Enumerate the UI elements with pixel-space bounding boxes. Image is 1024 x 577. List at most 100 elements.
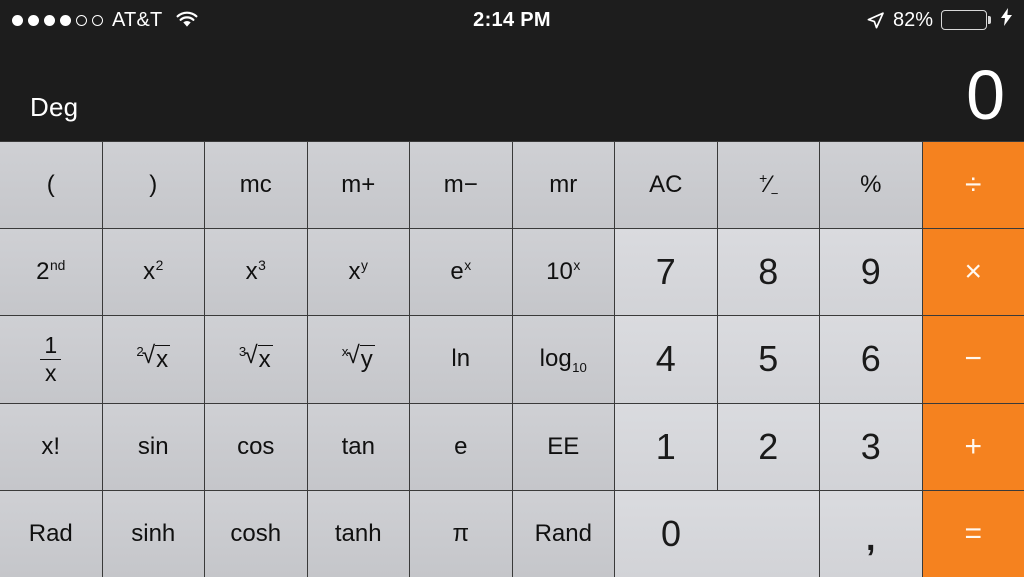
all-clear-key[interactable]: AC: [615, 142, 717, 229]
digit-5-key[interactable]: 5: [717, 316, 819, 403]
lightning-bolt-icon: [1001, 8, 1012, 32]
key-label: ln: [451, 345, 471, 373]
memory-clear-key[interactable]: mc: [205, 142, 307, 229]
hyperbolic-cosine-key[interactable]: cosh: [205, 490, 307, 577]
key-label: π: [452, 519, 470, 547]
location-arrow-icon: [866, 11, 885, 30]
key-label: %: [860, 171, 882, 199]
signal-dot-filled: [60, 14, 71, 26]
pi-key[interactable]: π: [410, 490, 512, 577]
key-label: m−: [443, 171, 478, 199]
key-label: ,: [866, 519, 876, 558]
key-label: mc: [239, 171, 272, 199]
key-label: 3: [860, 425, 881, 467]
digit-9-key[interactable]: 9: [820, 229, 922, 316]
key-label: EE: [547, 432, 580, 460]
factorial-key[interactable]: x!: [0, 403, 102, 490]
clock-label: 2:14 PM: [473, 8, 551, 31]
divide-key[interactable]: ÷: [922, 142, 1024, 229]
percent-key[interactable]: %: [820, 142, 922, 229]
cube-root-key[interactable]: 3 √ x: [205, 316, 307, 403]
digit-4-key[interactable]: 4: [615, 316, 717, 403]
key-label: 6: [860, 338, 881, 380]
key-label: cos: [237, 432, 275, 460]
key-label: sinh: [131, 519, 176, 547]
key-label: 7: [655, 251, 676, 293]
digit-7-key[interactable]: 7: [615, 229, 717, 316]
calculator-display: Deg 0: [0, 40, 1024, 141]
add-key[interactable]: +: [922, 403, 1024, 490]
signal-dot-filled: [12, 14, 23, 26]
key-label: log10: [539, 345, 587, 376]
status-bar: AT&T 2:14 PM 82%: [0, 0, 1024, 40]
square-root-key[interactable]: 2 √ x: [102, 316, 204, 403]
equals-key[interactable]: =: [922, 490, 1024, 577]
key-label: xy: [348, 257, 368, 286]
key-label: −: [964, 342, 983, 376]
sign-toggle-key[interactable]: +⁄−: [717, 142, 819, 229]
digit-8-key[interactable]: 8: [717, 229, 819, 316]
signal-dot-filled: [44, 14, 55, 26]
x-squared-key[interactable]: x2: [102, 229, 204, 316]
wifi-icon: [175, 11, 199, 29]
key-label: cosh: [230, 519, 282, 547]
e-to-the-x-key[interactable]: ex: [410, 229, 512, 316]
memory-add-key[interactable]: m+: [307, 142, 409, 229]
digit-6-key[interactable]: 6: [820, 316, 922, 403]
signal-dot-empty: [76, 14, 87, 26]
hyperbolic-sine-key[interactable]: sinh: [102, 490, 204, 577]
decimal-separator-key[interactable]: ,: [820, 490, 922, 577]
signal-dot-filled: [28, 14, 39, 26]
calculator-keypad: () mc m+ m− mr AC +⁄−% ÷ 2nd x2 x3 xy ex 10x 7 8 9 × 1 x 2 √ x…: [0, 141, 1024, 577]
battery-icon: [941, 10, 991, 30]
key-label: +⁄−: [759, 170, 778, 201]
digit-3-key[interactable]: 3: [820, 403, 922, 490]
reciprocal-key[interactable]: 1x: [0, 316, 102, 403]
random-key[interactable]: Rand: [512, 490, 614, 577]
x-cubed-key[interactable]: x3: [205, 229, 307, 316]
signal-dot-empty: [92, 14, 103, 26]
cosine-key[interactable]: cos: [205, 403, 307, 490]
exponent-entry-key[interactable]: EE: [512, 403, 614, 490]
tangent-key[interactable]: tan: [307, 403, 409, 490]
key-label: ex: [450, 257, 472, 286]
subtract-key[interactable]: −: [922, 316, 1024, 403]
hyperbolic-tangent-key[interactable]: tanh: [307, 490, 409, 577]
key-label: ): [149, 171, 158, 199]
key-label: AC: [649, 171, 683, 199]
memory-subtract-key[interactable]: m−: [410, 142, 512, 229]
sine-key[interactable]: sin: [102, 403, 204, 490]
digit-1-key[interactable]: 1: [615, 403, 717, 490]
log-base-10-key[interactable]: log10: [512, 316, 614, 403]
calculator-app: AT&T 2:14 PM 82% Deg 0 () mc m+ m− mr A…: [0, 0, 1024, 577]
second-function-key[interactable]: 2nd: [0, 229, 102, 316]
key-label: 8: [758, 251, 779, 293]
battery-percent-label: 82%: [892, 8, 933, 31]
ten-to-the-x-key[interactable]: 10x: [512, 229, 614, 316]
key-label: x √ y: [341, 342, 375, 374]
key-label: 1: [655, 425, 676, 467]
key-label: 2 √ x: [136, 342, 171, 374]
key-label: (: [46, 171, 55, 199]
multiply-key[interactable]: ×: [922, 229, 1024, 316]
radians-mode-key[interactable]: Rad: [0, 490, 102, 577]
open-paren-key[interactable]: (: [0, 142, 102, 229]
close-paren-key[interactable]: ): [102, 142, 204, 229]
key-label: tan: [341, 432, 375, 460]
key-label: 3 √ x: [238, 342, 273, 374]
euler-constant-key[interactable]: e: [410, 403, 512, 490]
natural-log-key[interactable]: ln: [410, 316, 512, 403]
key-label: 9: [860, 251, 881, 293]
key-label: +: [964, 429, 983, 463]
angle-mode-indicator: Deg: [30, 92, 79, 122]
key-label: 2nd: [36, 257, 66, 286]
key-label: Rand: [534, 519, 592, 547]
digit-2-key[interactable]: 2: [717, 403, 819, 490]
memory-recall-key[interactable]: mr: [512, 142, 614, 229]
x-to-the-y-key[interactable]: xy: [307, 229, 409, 316]
key-label: m+: [341, 171, 376, 199]
key-label: 5: [758, 338, 779, 380]
nth-root-key[interactable]: x √ y: [307, 316, 409, 403]
digit-0-key[interactable]: 0: [615, 490, 819, 577]
key-label: e: [454, 432, 468, 460]
